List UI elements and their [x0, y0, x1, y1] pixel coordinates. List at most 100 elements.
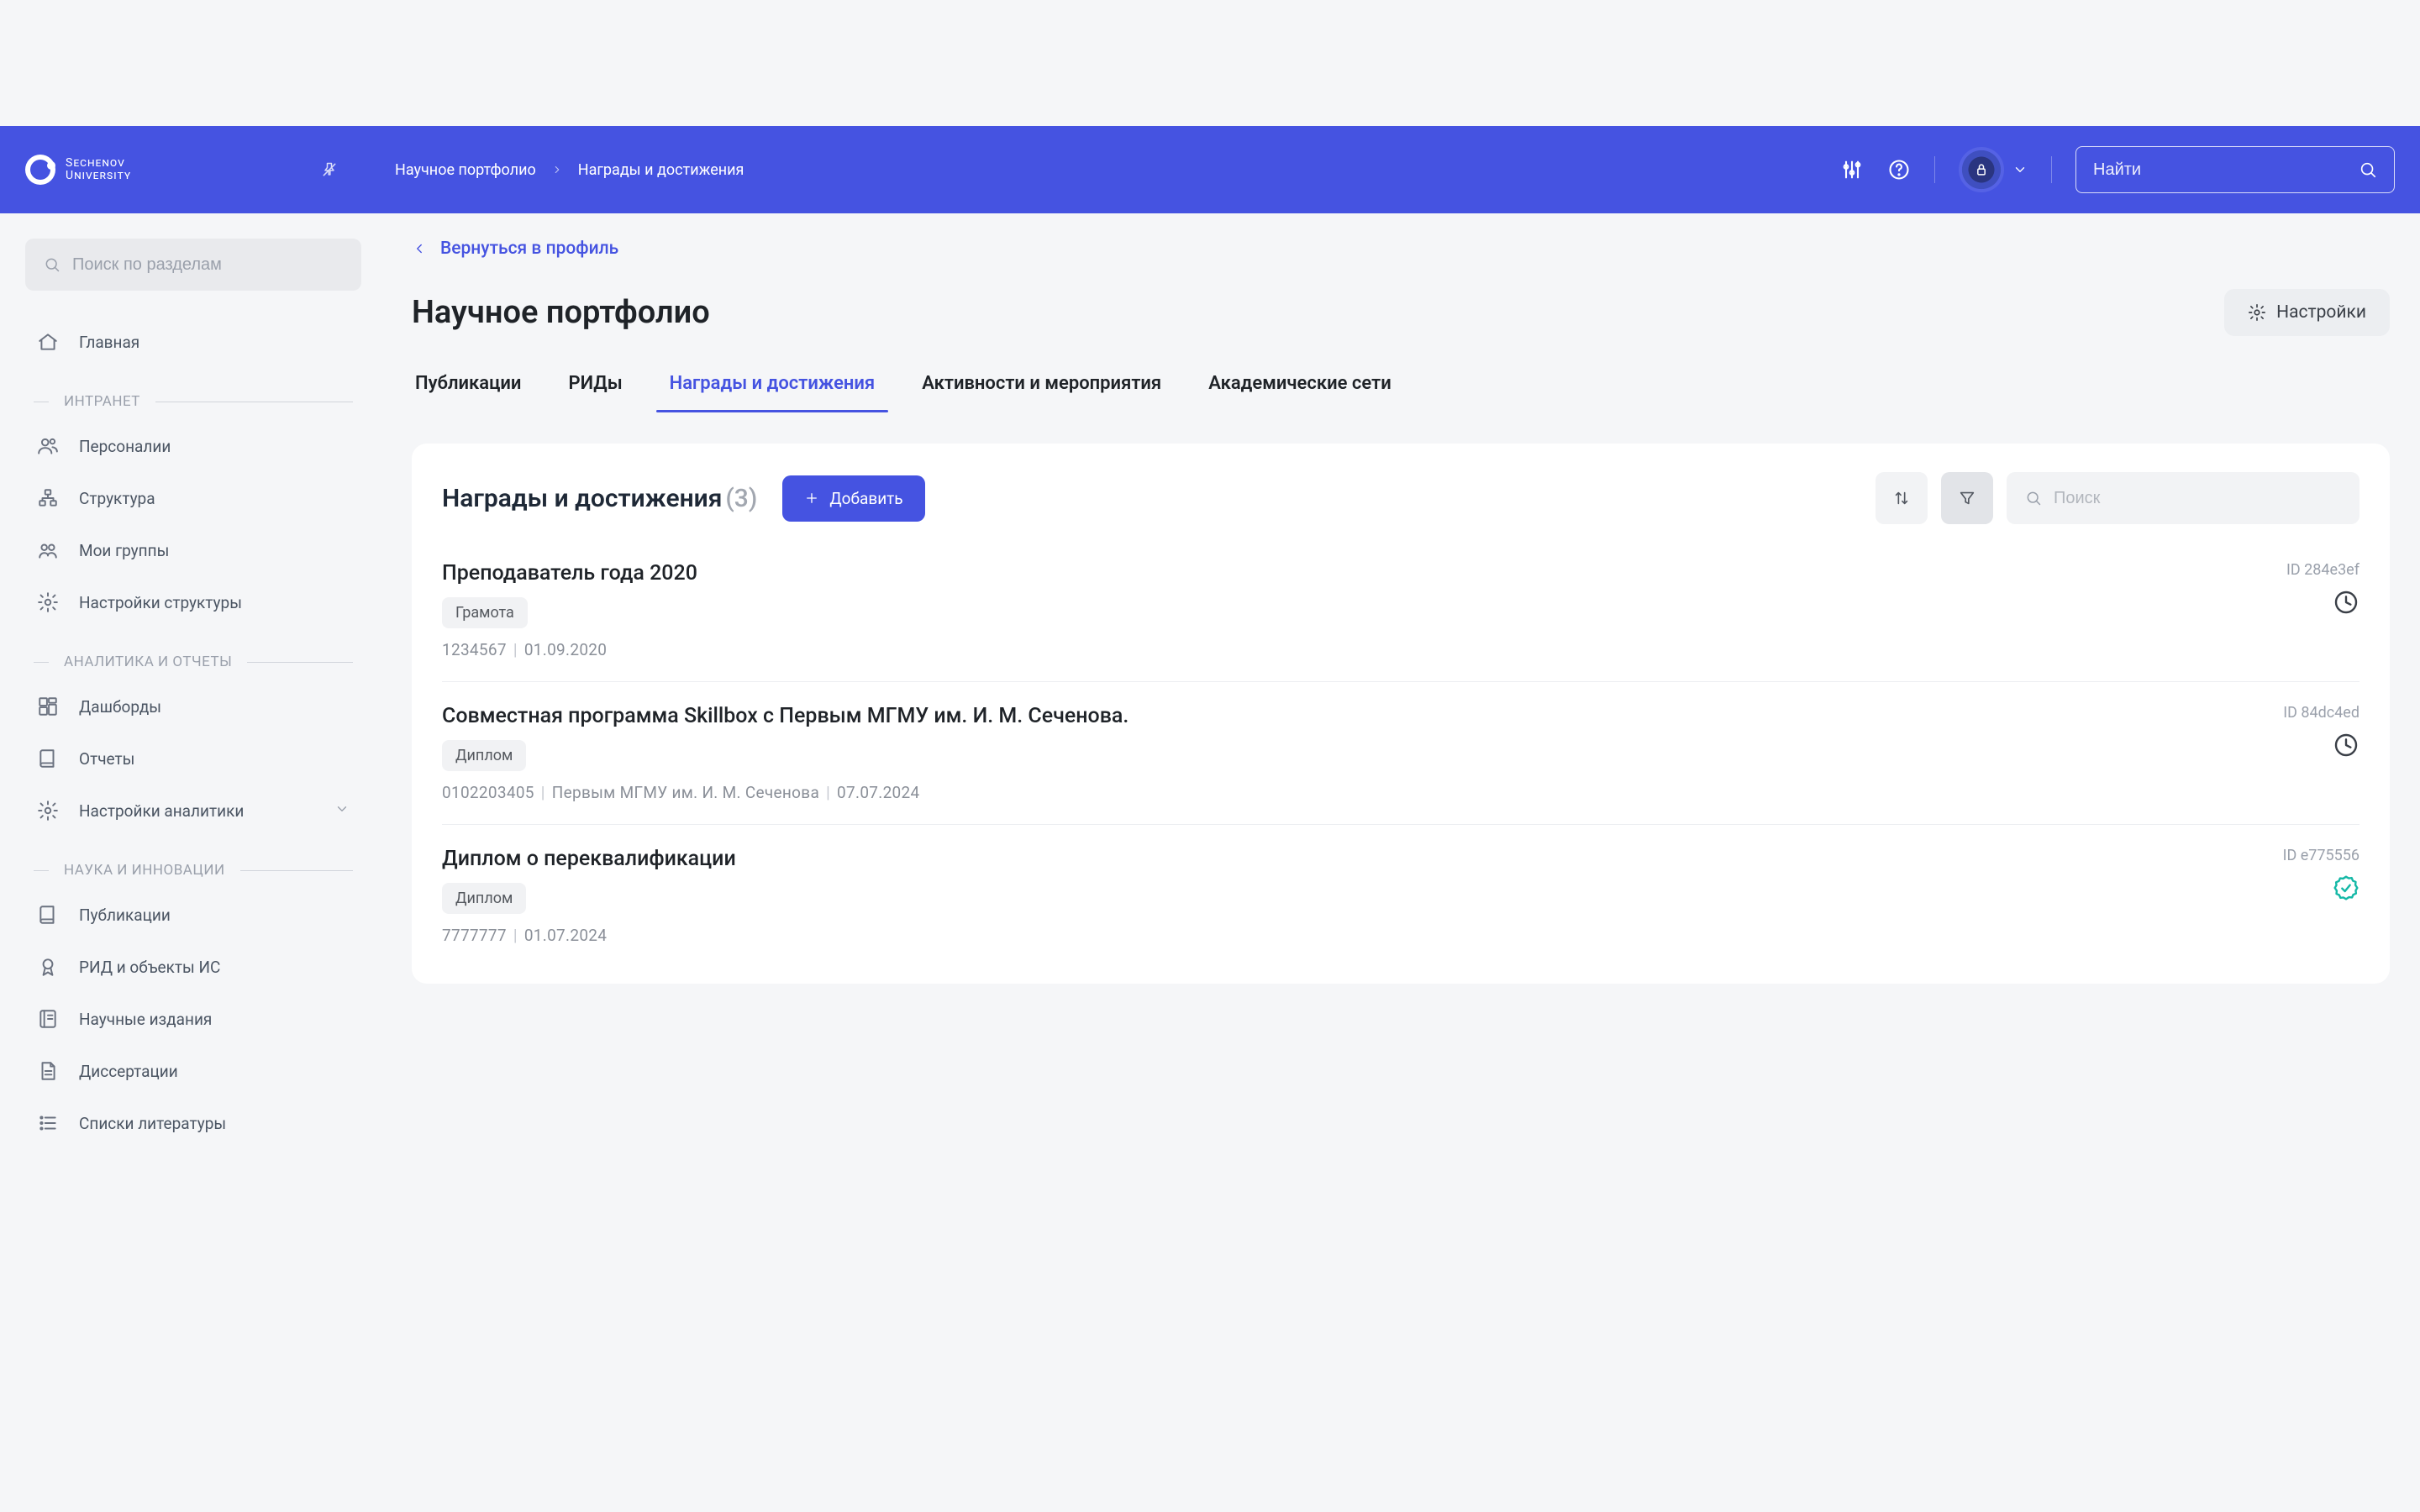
- tab[interactable]: Академические сети: [1205, 361, 1395, 412]
- award-item[interactable]: Совместная программа Skillbox с Первым М…: [442, 682, 2360, 825]
- tab[interactable]: Публикации: [412, 361, 524, 412]
- home-icon: [37, 331, 59, 353]
- logo-block: Sechenov University: [25, 155, 345, 185]
- divider: [2051, 156, 2052, 183]
- sidebar-item-label: Публикации: [79, 906, 171, 925]
- sidebar-search[interactable]: [25, 239, 361, 291]
- add-button-label: Добавить: [829, 489, 902, 508]
- groups-icon: [37, 539, 59, 561]
- sidebar-item-label: Научные издания: [79, 1010, 212, 1029]
- item-badge: Диплом: [442, 883, 526, 914]
- sidebar-search-input[interactable]: [72, 255, 343, 275]
- sidebar-item-label: Дашборды: [79, 697, 161, 717]
- dashboard-icon: [37, 696, 59, 717]
- user-menu[interactable]: [1959, 147, 2028, 192]
- chevron-down-icon: [334, 801, 350, 821]
- item-meta-part: 01.09.2020: [524, 640, 607, 659]
- gear-icon: [2248, 303, 2266, 322]
- item-badge: Диплом: [442, 740, 526, 771]
- item-meta-part: 01.07.2024: [524, 926, 607, 945]
- sidebar-item[interactable]: Диссертации: [25, 1045, 361, 1097]
- content: Вернуться в профиль Научное портфолио На…: [387, 213, 2420, 1183]
- panel-tools: [1876, 472, 2360, 524]
- panel-search[interactable]: [2007, 472, 2360, 524]
- sidebar-section-title: АНАЛИТИКА И ОТЧЕТЫ: [25, 654, 361, 670]
- pin-icon: [321, 161, 338, 178]
- filter-icon: [1958, 489, 1976, 507]
- chevron-down-icon: [2012, 162, 2028, 177]
- breadcrumb: Научное портфолио Награды и достижения: [395, 161, 744, 179]
- sidebar-item[interactable]: Публикации: [25, 889, 361, 941]
- panel-title: Награды и достижения: [442, 484, 722, 513]
- sidebar-section-title: НАУКА И ИННОВАЦИИ: [25, 862, 361, 879]
- divider: [1934, 156, 1935, 183]
- sidebar-item[interactable]: РИД и объекты ИС: [25, 941, 361, 993]
- book-icon: [37, 748, 59, 769]
- item-meta-part: 0102203405: [442, 783, 534, 802]
- page-title: Научное портфолио: [412, 294, 710, 331]
- sidebar-item[interactable]: Отчеты: [25, 732, 361, 785]
- breadcrumb-root[interactable]: Научное портфолио: [395, 161, 536, 179]
- sidebar-item[interactable]: Структура: [25, 472, 361, 524]
- sidebar-item-label: Мои группы: [79, 541, 169, 560]
- tab[interactable]: Награды и достижения: [666, 361, 879, 412]
- item-id: ID e775556: [2283, 847, 2360, 864]
- sidebar-item-label: Структура: [79, 489, 155, 508]
- sort-icon: [1892, 489, 1911, 507]
- users-icon: [37, 435, 59, 457]
- filter-button[interactable]: [1941, 472, 1993, 524]
- item-title: Преподаватель года 2020: [442, 561, 697, 585]
- item-id: ID 84dc4ed: [2283, 704, 2360, 722]
- sidebar-item[interactable]: Научные издания: [25, 993, 361, 1045]
- brand-line1: Sechenov: [66, 157, 131, 170]
- settings-button[interactable]: Настройки: [2224, 289, 2390, 336]
- brand-line2: University: [66, 170, 131, 182]
- item-meta: 7777777|01.07.2024: [442, 926, 736, 945]
- sidebar-item-label: Главная: [79, 333, 139, 352]
- award-item[interactable]: Преподаватель года 2020Грамота1234567|01…: [442, 539, 2360, 682]
- sidebar-item[interactable]: Персоналии: [25, 420, 361, 472]
- gear-icon: [37, 591, 59, 613]
- sidebar-item-label: РИД и объекты ИС: [79, 958, 220, 977]
- sidebar-item[interactable]: Настройки структуры: [25, 576, 361, 628]
- tabs: Публикации РИДы Награды и достижения Активн…: [412, 361, 2390, 413]
- sidebar-item[interactable]: Списки литературы: [25, 1097, 361, 1149]
- sidebar-item-label: Отчеты: [79, 749, 134, 769]
- sliders-icon: [1840, 158, 1864, 181]
- plus-icon: [804, 491, 819, 506]
- adjustments-button[interactable]: [1840, 158, 1864, 181]
- gear-icon: [37, 800, 59, 822]
- back-link[interactable]: Вернуться в профиль: [412, 239, 2390, 259]
- sidebar-item[interactable]: Мои группы: [25, 524, 361, 576]
- sidebar-item-label: Диссертации: [79, 1062, 178, 1081]
- help-button[interactable]: [1887, 158, 1911, 181]
- chevron-left-icon: [412, 241, 427, 256]
- sidebar-item[interactable]: Дашборды: [25, 680, 361, 732]
- sidebar-item[interactable]: Настройки аналитики: [25, 785, 361, 837]
- sidebar-item-label: Персоналии: [79, 437, 171, 456]
- list-icon: [37, 1112, 59, 1134]
- sidebar-item-label: Настройки структуры: [79, 593, 242, 612]
- add-button[interactable]: Добавить: [782, 475, 924, 522]
- medal-icon: [37, 956, 59, 978]
- awards-list: Преподаватель года 2020Грамота1234567|01…: [442, 539, 2360, 967]
- item-meta: 0102203405|Первым МГМУ им. И. М. Сеченов…: [442, 783, 1128, 802]
- tab[interactable]: РИДы: [565, 361, 625, 412]
- tree-icon: [37, 487, 59, 509]
- item-id: ID 284e3ef: [2286, 561, 2360, 579]
- help-icon: [1887, 158, 1911, 181]
- award-item[interactable]: Диплом о переквалификацииДиплом7777777|0…: [442, 825, 2360, 967]
- brand-name: Sechenov University: [66, 157, 131, 183]
- panel-title-wrap: Награды и достижения (3): [442, 484, 757, 513]
- sidebar-item-home[interactable]: Главная: [25, 316, 361, 368]
- pin-button[interactable]: [314, 155, 345, 185]
- breadcrumb-leaf[interactable]: Награды и достижения: [578, 161, 744, 179]
- tab[interactable]: Активности и мероприятия: [918, 361, 1165, 412]
- panel-search-input[interactable]: [2054, 489, 2341, 508]
- sort-button[interactable]: [1876, 472, 1928, 524]
- clock-icon: [2333, 732, 2360, 759]
- global-search[interactable]: [2075, 146, 2395, 193]
- global-search-input[interactable]: [2093, 160, 2349, 180]
- awards-panel: Награды и достижения (3) Добавить: [412, 444, 2390, 984]
- book-icon: [37, 904, 59, 926]
